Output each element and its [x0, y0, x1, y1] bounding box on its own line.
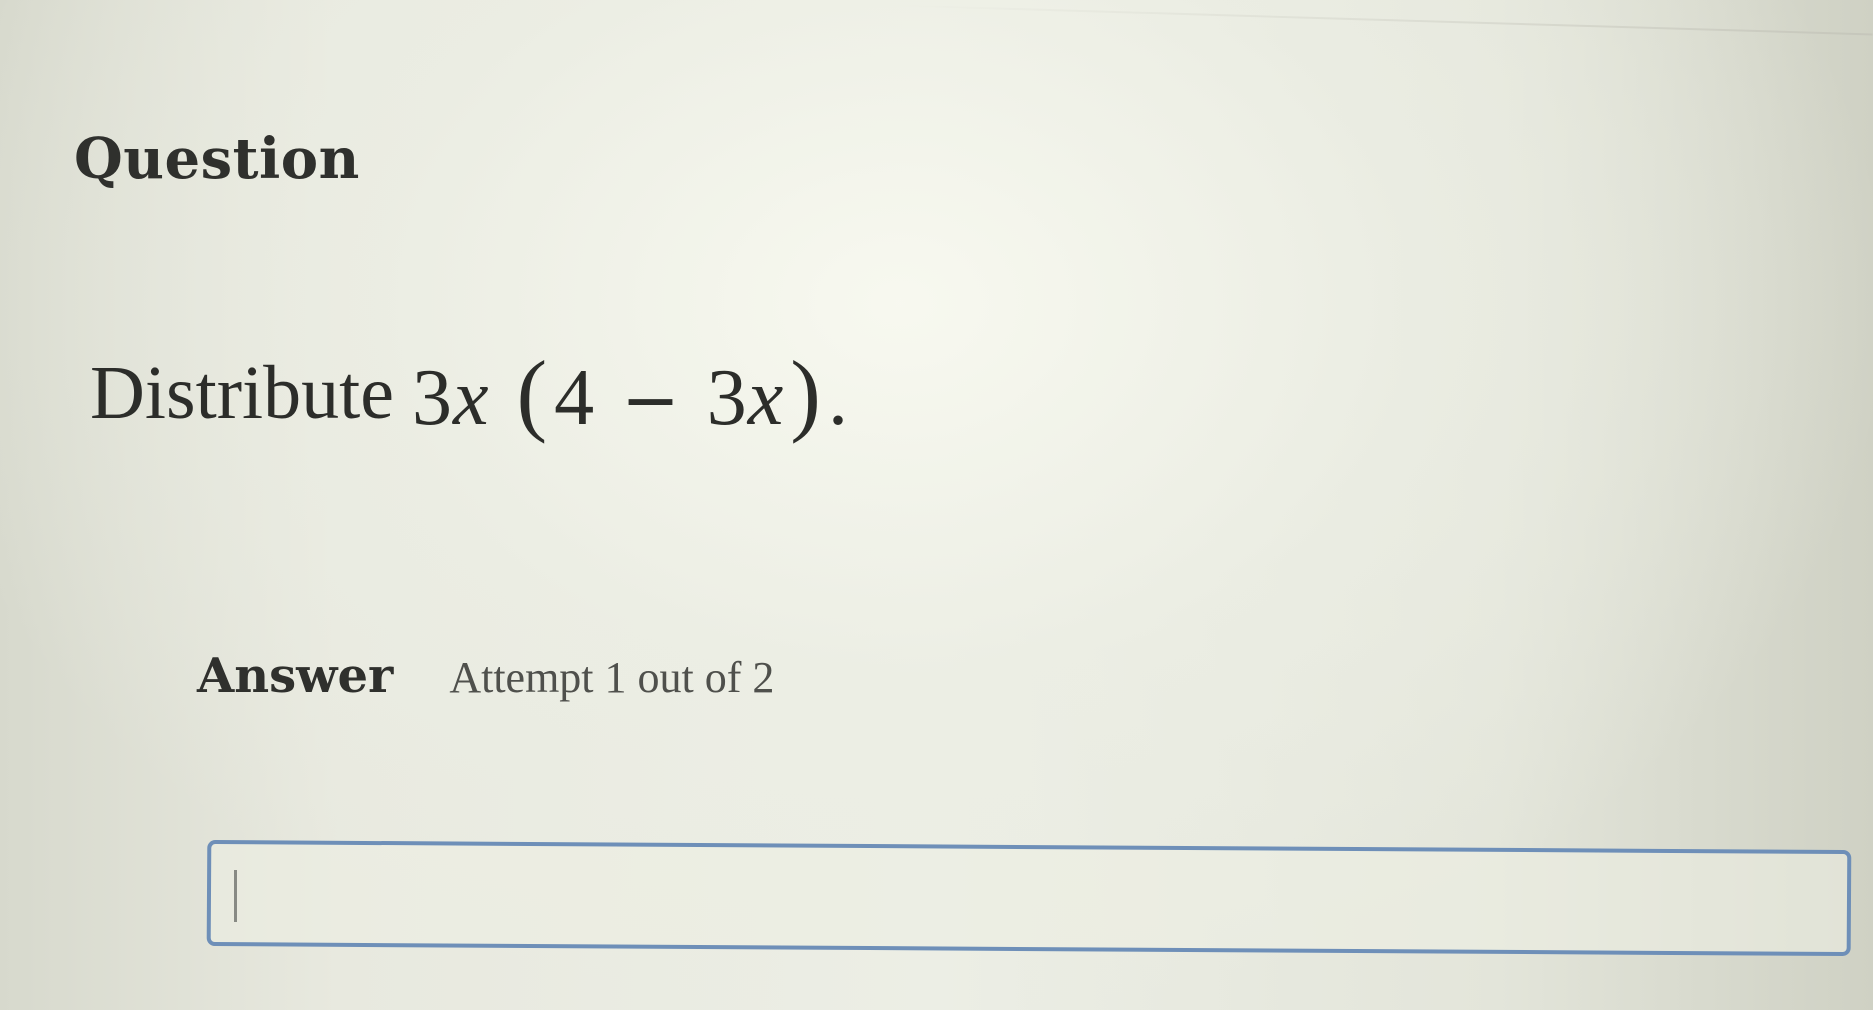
screen-background: Question Distribute 3x (4−3x). Answer At… [0, 0, 1873, 1010]
attempt-counter: Attempt 1 out of 2 [449, 653, 775, 702]
answer-header: Answer Attempt 1 out of 2 [197, 648, 774, 704]
math-minus-operator: − [621, 359, 681, 441]
answer-input[interactable] [206, 840, 1852, 957]
math-coefficient: 3 [411, 354, 453, 442]
text-cursor [234, 870, 237, 922]
prompt-text: Distribute [90, 350, 394, 435]
math-period: . [827, 354, 849, 442]
screen-edge-line [879, 4, 1873, 36]
question-prompt: Distribute 3x (4−3x). [90, 338, 849, 448]
math-close-paren: ) [790, 342, 822, 444]
math-open-paren: ( [516, 342, 549, 444]
math-variable: x [452, 354, 490, 442]
math-expression: 3x (4−3x). [412, 340, 849, 446]
math-term-a: 4 [554, 354, 596, 442]
math-term-b-coefficient: 3 [706, 354, 748, 442]
answer-label: Answer [197, 648, 394, 704]
math-term-b-variable: x [747, 354, 785, 442]
question-heading: Question [74, 126, 360, 192]
